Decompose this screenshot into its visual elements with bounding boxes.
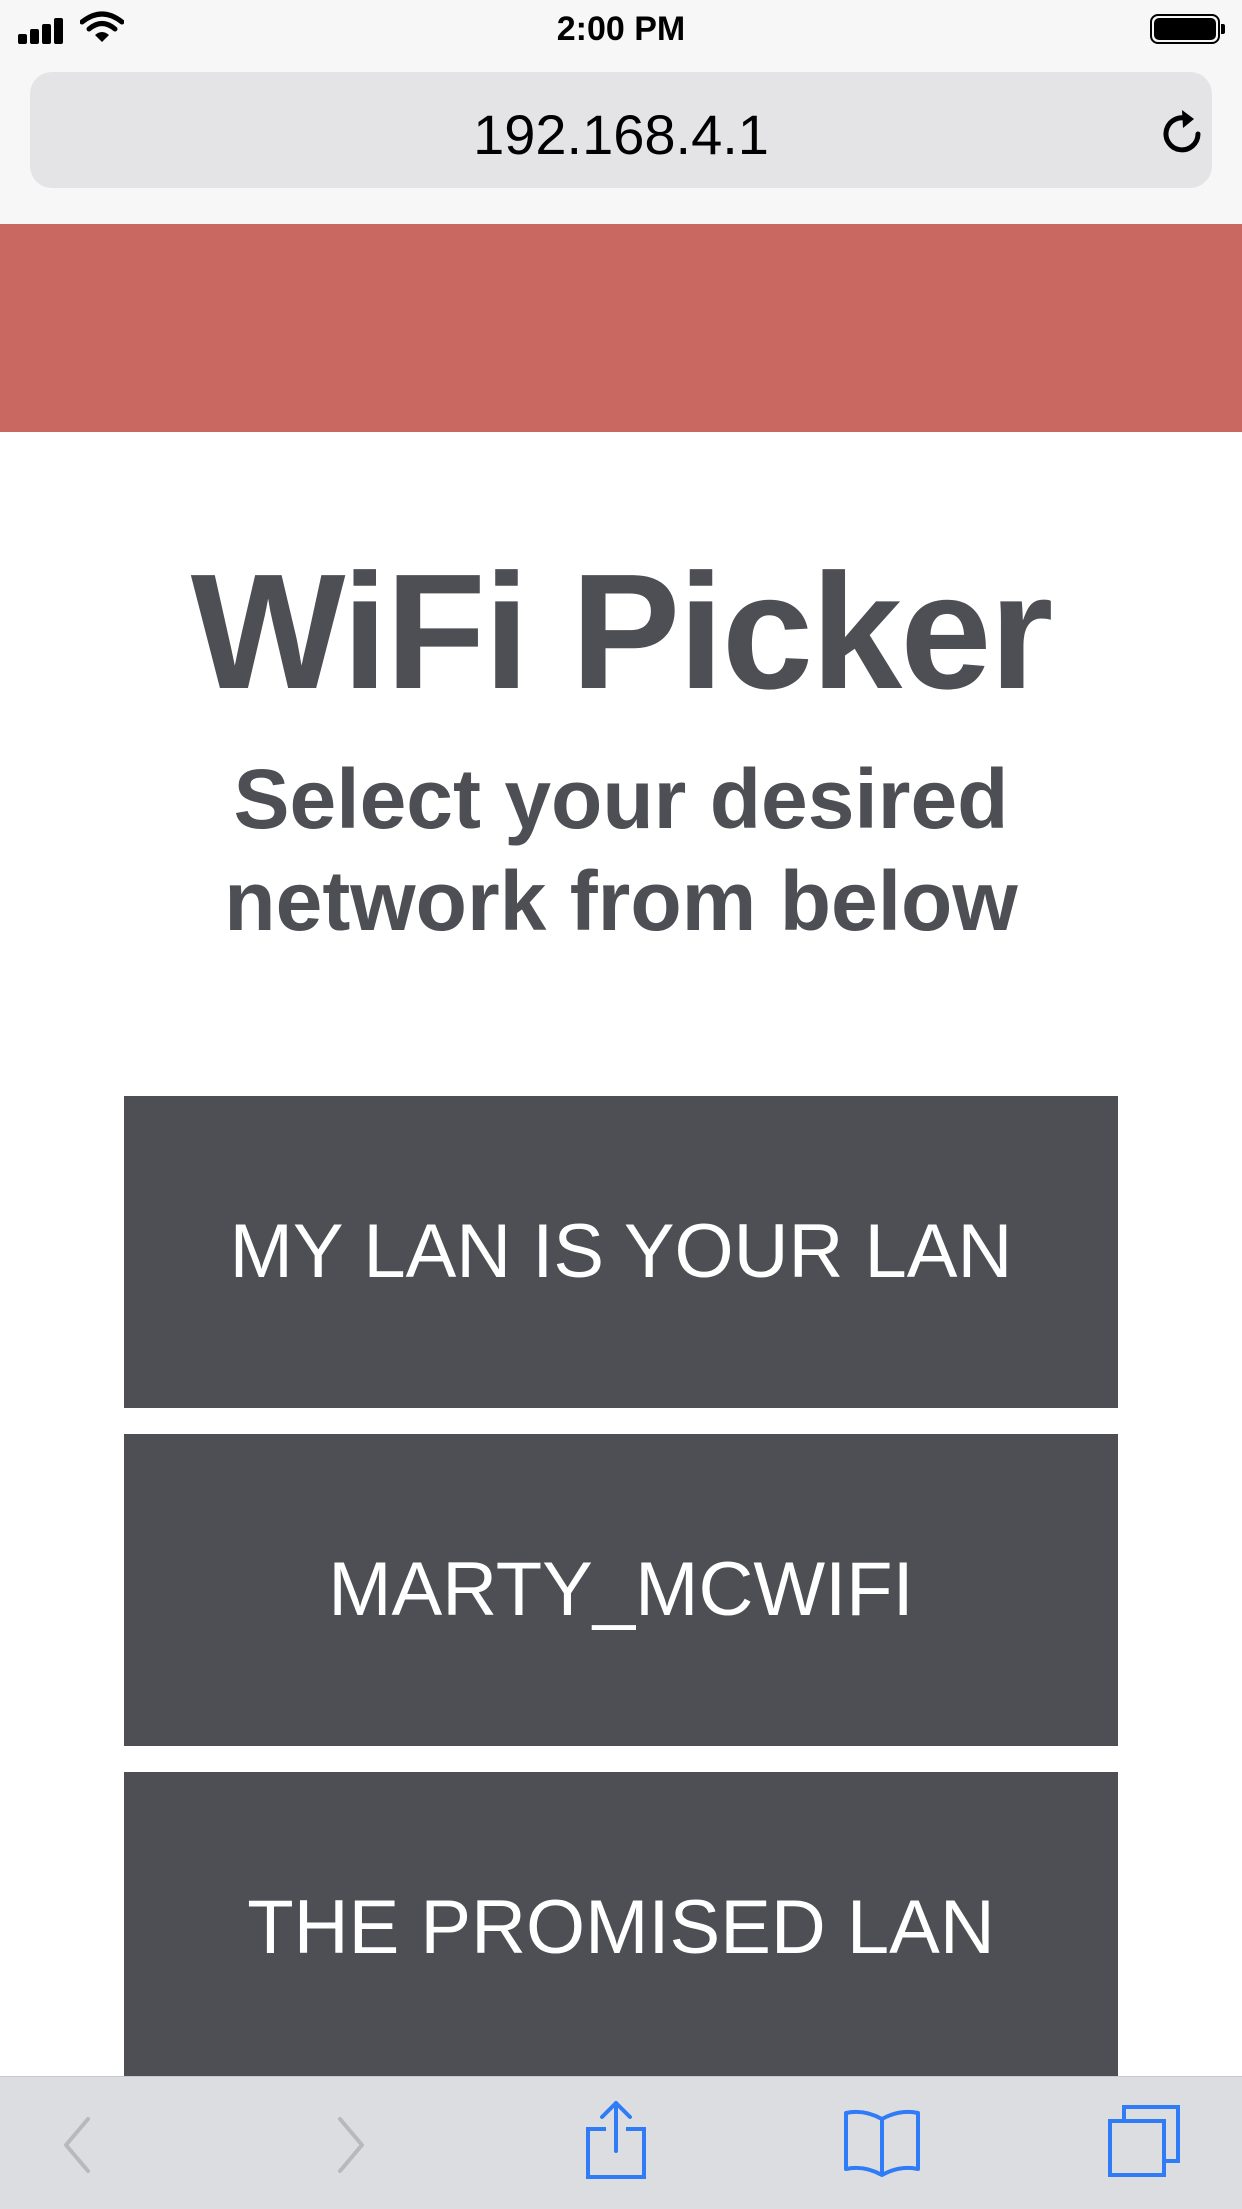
browser-toolbar [0,2076,1242,2209]
reload-icon[interactable] [1158,106,1208,158]
status-time: 2:00 PM [556,10,686,48]
page-title: WiFi Picker [190,540,1054,723]
address-bar[interactable]: 192.168.4.1 [30,72,1212,188]
share-icon[interactable] [584,2099,648,2181]
bookmarks-icon[interactable] [842,2107,922,2179]
tabs-icon[interactable] [1106,2103,1182,2179]
network-button[interactable]: MARTY_MCWIFI [124,1434,1118,1746]
network-button[interactable]: MY LAN IS YOUR LAN [124,1096,1118,1408]
header-banner [0,224,1242,432]
url-text[interactable]: 192.168.4.1 [30,102,1212,167]
status-bar: 2:00 PM [0,0,1242,62]
forward-icon[interactable] [330,2115,370,2175]
back-icon[interactable] [58,2115,98,2175]
browser-address-area: 192.168.4.1 [0,62,1242,225]
page-subtitle: Select your desired network from below [224,752,1018,948]
network-button[interactable]: THE PROMISED LAN [124,1772,1118,2084]
battery-icon [1150,14,1225,46]
